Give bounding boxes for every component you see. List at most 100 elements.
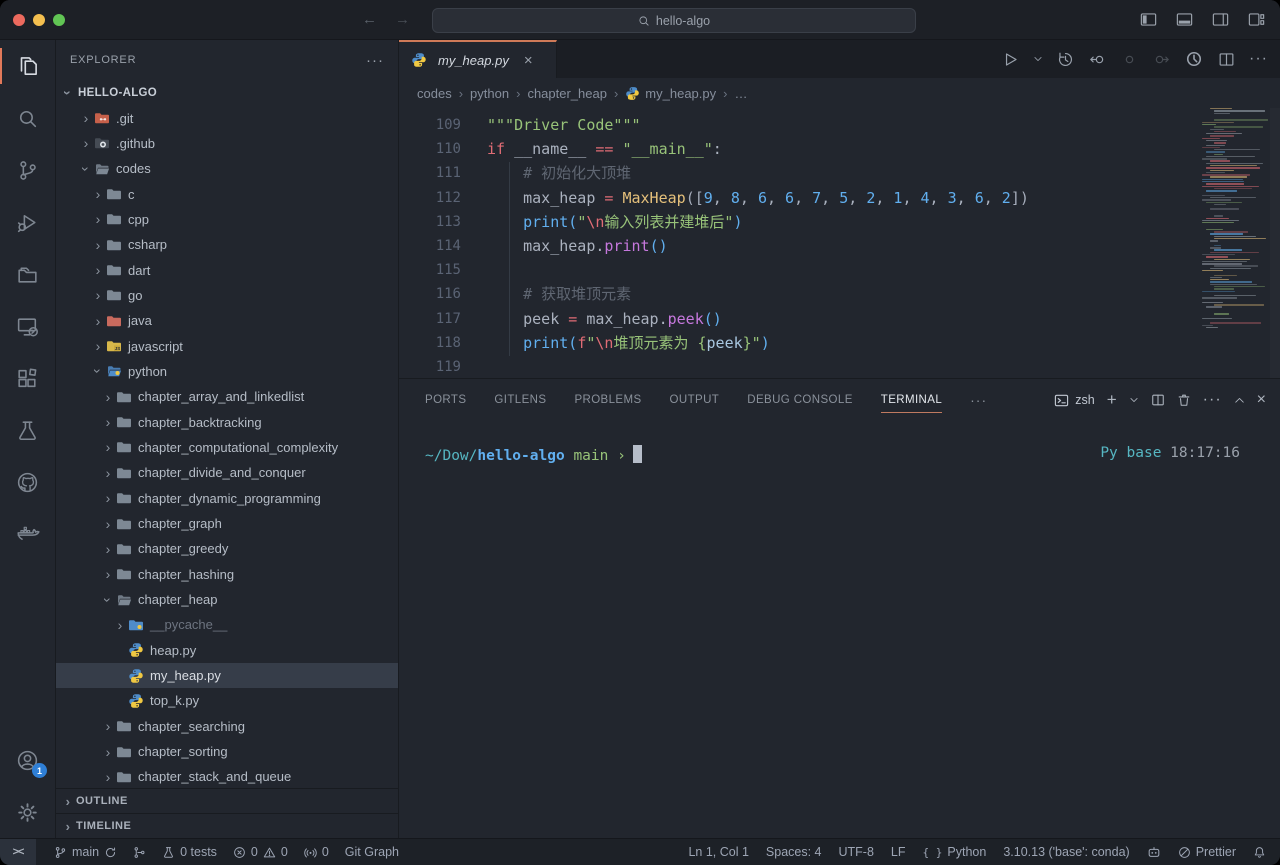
tree-item-chapter-stack-and-queue[interactable]: › chapter_stack_and_queue — [56, 764, 398, 788]
activity-testing[interactable] — [0, 404, 55, 456]
command-center-search[interactable]: hello-algo — [432, 8, 916, 33]
tree-root[interactable]: › HELLO-ALGO — [56, 80, 398, 105]
activity-search[interactable] — [0, 92, 55, 144]
local-history-icon[interactable] — [1056, 50, 1075, 69]
maximize-window-button[interactable] — [53, 14, 65, 26]
tree-item-chapter-array-and-linkedlist[interactable]: › chapter_array_and_linkedlist — [56, 384, 398, 409]
status-eol[interactable]: LF — [891, 839, 906, 865]
terminal-dropdown-icon[interactable] — [1129, 395, 1139, 405]
activity-source-control[interactable] — [0, 144, 55, 196]
panel-tab-debug-console[interactable]: DEBUG CONSOLE — [747, 379, 853, 421]
tree-item-javascript[interactable]: ›JS javascript — [56, 333, 398, 358]
tree-item-my-heap-py[interactable]: my_heap.py — [56, 663, 398, 688]
new-terminal-icon[interactable]: + — [1107, 390, 1117, 410]
status-language-mode[interactable]: { }Python — [923, 839, 987, 865]
split-terminal-icon[interactable] — [1151, 393, 1165, 407]
activity-folder-projects[interactable] — [0, 248, 55, 300]
editor-scrollbar[interactable] — [1270, 108, 1280, 378]
tree-item-heap-py[interactable]: heap.py — [56, 638, 398, 663]
status-ports[interactable]: 0 — [304, 839, 329, 865]
layout-sidebar-right-icon[interactable] — [1211, 10, 1230, 29]
activity-remote-explorer[interactable] — [0, 300, 55, 352]
tab-my-heap[interactable]: my_heap.py × — [399, 40, 557, 78]
activity-settings[interactable] — [0, 786, 55, 838]
panel-more-actions-icon[interactable]: ··· — [1203, 391, 1222, 409]
breadcrumb-item[interactable]: my_heap.py — [625, 86, 716, 101]
navigate-back-icon[interactable]: ← — [362, 11, 377, 28]
tree-item-chapter-searching[interactable]: › chapter_searching — [56, 714, 398, 739]
tree-item-chapter-sorting[interactable]: › chapter_sorting — [56, 739, 398, 764]
panel-tab-gitlens[interactable]: GITLENS — [494, 379, 546, 421]
status-prettier[interactable]: Prettier — [1178, 839, 1236, 865]
status-git-branch[interactable]: main — [54, 839, 117, 865]
code-time-icon[interactable] — [1184, 49, 1204, 69]
breadcrumb-item[interactable]: chapter_heap — [527, 86, 607, 101]
tree-item-codes[interactable]: › codes — [56, 156, 398, 181]
tree-item-chapter-backtracking[interactable]: › chapter_backtracking — [56, 409, 398, 434]
panel-tab-terminal[interactable]: TERMINAL — [881, 379, 942, 421]
breadcrumb-item[interactable]: python — [470, 86, 509, 101]
tree-item-chapter-graph[interactable]: › chapter_graph — [56, 511, 398, 536]
activity-docker[interactable] — [0, 508, 55, 560]
layout-panel-icon[interactable] — [1175, 10, 1194, 29]
status-git-graph[interactable]: Git Graph — [345, 839, 399, 865]
terminal[interactable]: ~/Dow/hello-algo main › Py base 18:17:16 — [399, 421, 1280, 838]
navigate-forward-icon[interactable]: → — [395, 11, 410, 28]
tree-item-chapter-dynamic-programming[interactable]: › chapter_dynamic_programming — [56, 486, 398, 511]
status-notifications[interactable] — [1253, 839, 1266, 865]
close-window-button[interactable] — [13, 14, 25, 26]
panel-more-tabs-icon[interactable]: ··· — [970, 392, 987, 408]
tree-item-go[interactable]: › go — [56, 283, 398, 308]
tree-item-c[interactable]: › c — [56, 181, 398, 206]
activity-accounts[interactable]: 1 — [0, 734, 55, 786]
status-cursor-position[interactable]: Ln 1, Col 1 — [688, 839, 748, 865]
panel-tab-ports[interactable]: PORTS — [425, 379, 466, 421]
status-encoding[interactable]: UTF-8 — [839, 839, 874, 865]
layout-sidebar-left-icon[interactable] — [1139, 10, 1158, 29]
terminal-instance[interactable]: zsh — [1054, 393, 1094, 408]
tree-item-chapter-hashing[interactable]: › chapter_hashing — [56, 562, 398, 587]
status-git-graph-branch[interactable] — [133, 839, 146, 865]
tree-item-chapter-heap[interactable]: › chapter_heap — [56, 587, 398, 612]
status-copilot[interactable] — [1147, 839, 1161, 865]
tree-item-chapter-greedy[interactable]: › chapter_greedy — [56, 536, 398, 561]
section-timeline[interactable]: › TIMELINE — [56, 813, 398, 838]
activity-github[interactable] — [0, 456, 55, 508]
breadcrumb-item[interactable]: … — [734, 86, 747, 101]
layout-customize-icon[interactable] — [1247, 10, 1266, 29]
tree-item-dart[interactable]: › dart — [56, 257, 398, 282]
minimap[interactable] — [1202, 108, 1268, 348]
editor-more-actions-icon[interactable]: ··· — [1249, 50, 1268, 68]
run-python-file-icon[interactable] — [1001, 50, 1020, 69]
tree-item--pycache-[interactable]: › __pycache__ — [56, 612, 398, 637]
activity-explorer[interactable] — [0, 40, 55, 92]
remote-indicator[interactable]: >< — [0, 839, 36, 865]
tree-item-python[interactable]: › python — [56, 359, 398, 384]
current-change-icon[interactable] — [1120, 50, 1139, 69]
close-panel-icon[interactable]: × — [1257, 391, 1266, 409]
minimize-window-button[interactable] — [33, 14, 45, 26]
split-editor-icon[interactable] — [1217, 50, 1236, 69]
previous-change-icon[interactable] — [1088, 50, 1107, 69]
tab-close-icon[interactable]: × — [524, 52, 533, 69]
tree-item-csharp[interactable]: › csharp — [56, 232, 398, 257]
run-dropdown-icon[interactable] — [1033, 54, 1043, 64]
tree-item-java[interactable]: › java — [56, 308, 398, 333]
tree-item--github[interactable]: › .github — [56, 131, 398, 156]
tree-item-cpp[interactable]: › cpp — [56, 207, 398, 232]
code-editor[interactable]: 109 """Driver Code""" 110 if __name__ ==… — [399, 108, 1280, 378]
activity-run-debug[interactable] — [0, 196, 55, 248]
status-indentation[interactable]: Spaces: 4 — [766, 839, 822, 865]
section-outline[interactable]: › OUTLINE — [56, 788, 398, 813]
status-problems[interactable]: 00 — [233, 839, 288, 865]
next-change-icon[interactable] — [1152, 50, 1171, 69]
breadcrumb-item[interactable]: codes — [417, 86, 452, 101]
sidebar-more-actions-icon[interactable]: ··· — [366, 52, 384, 69]
tree-item-chapter-divide-and-conquer[interactable]: › chapter_divide_and_conquer — [56, 460, 398, 485]
maximize-panel-icon[interactable] — [1234, 395, 1245, 406]
panel-tab-output[interactable]: OUTPUT — [670, 379, 720, 421]
tree-item-chapter-computational-complexity[interactable]: › chapter_computational_complexity — [56, 435, 398, 460]
kill-terminal-icon[interactable] — [1177, 393, 1191, 407]
activity-extensions[interactable] — [0, 352, 55, 404]
status-tests[interactable]: 0 tests — [162, 839, 217, 865]
